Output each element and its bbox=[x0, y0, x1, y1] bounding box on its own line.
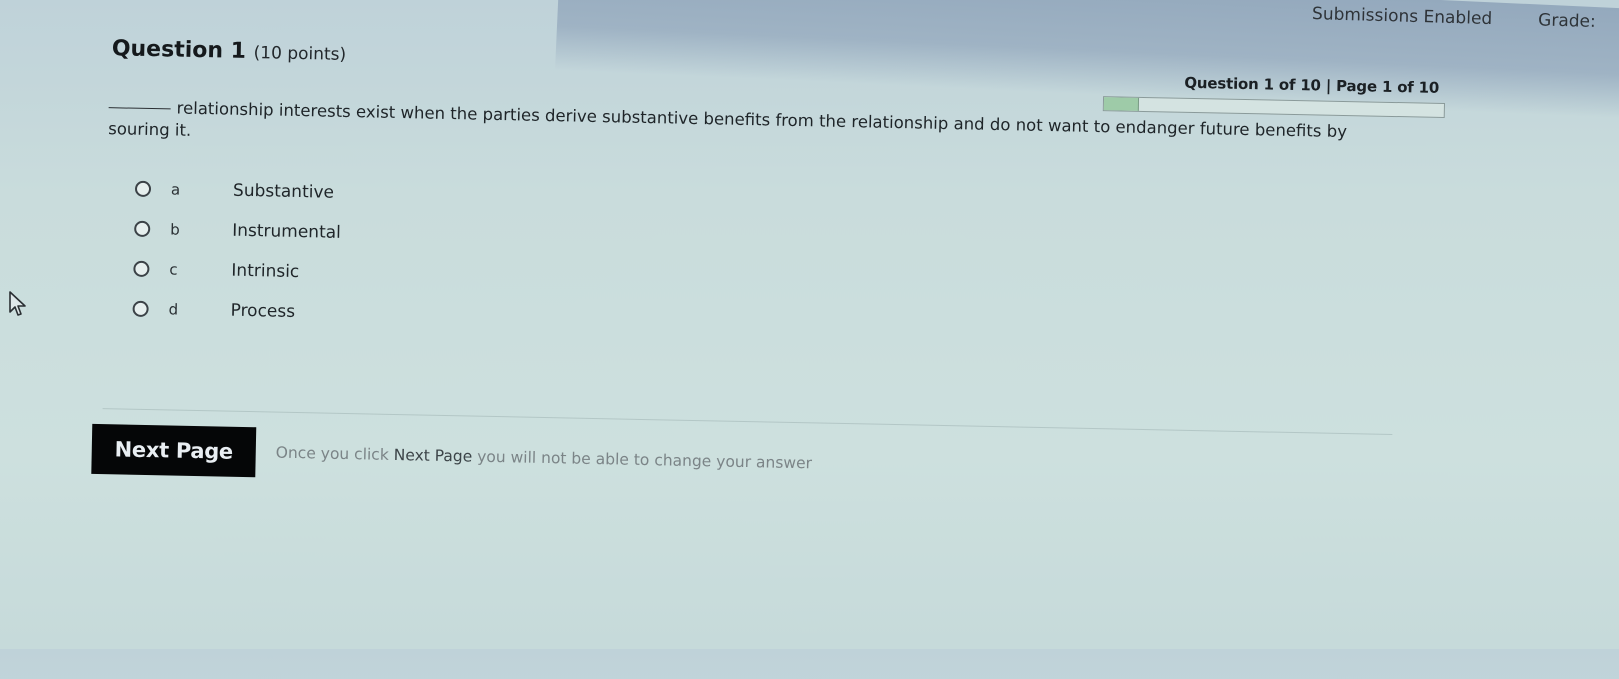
option-letter: a bbox=[170, 180, 181, 199]
question-points: (10 points) bbox=[253, 43, 347, 65]
question-title: Question 1 (10 points) bbox=[112, 36, 347, 66]
progress-bar bbox=[1102, 96, 1446, 119]
warning-emphasis: Next Page bbox=[393, 445, 473, 466]
fill-in-blank bbox=[108, 107, 171, 110]
quiz-footer: Next Page Once you click Next Page you w… bbox=[91, 423, 813, 488]
radio-button[interactable] bbox=[132, 300, 149, 318]
question-number: Question 1 bbox=[111, 36, 247, 64]
option-text[interactable]: Substantive bbox=[233, 181, 334, 203]
option-text[interactable]: Instrumental bbox=[232, 221, 341, 243]
radio-button[interactable] bbox=[134, 220, 151, 238]
radio-button[interactable] bbox=[134, 180, 152, 198]
option-letter: c bbox=[169, 260, 178, 279]
progress-label: Question 1 of 10 | Page 1 of 10 bbox=[1184, 73, 1440, 97]
answer-option-a[interactable]: a Substantive bbox=[134, 169, 342, 213]
option-letter: b bbox=[170, 220, 180, 239]
warning-suffix: you will not be able to change your answ… bbox=[472, 447, 813, 473]
radio-button[interactable] bbox=[133, 260, 150, 278]
answer-option-c[interactable]: c Intrinsic bbox=[133, 249, 340, 293]
next-page-button[interactable]: Next Page bbox=[91, 423, 257, 478]
answer-options: a Substantive b Instrumental c Intrinsic… bbox=[132, 169, 342, 333]
mouse-pointer-icon bbox=[9, 291, 26, 316]
quiz-page: Question 1 (10 points) Question 1 of 10 … bbox=[0, 0, 1619, 679]
option-letter: d bbox=[168, 300, 179, 319]
progress-fill bbox=[1103, 97, 1140, 111]
answer-option-d[interactable]: d Process bbox=[132, 289, 339, 333]
option-text[interactable]: Process bbox=[230, 301, 295, 322]
option-text[interactable]: Intrinsic bbox=[231, 261, 299, 282]
next-page-warning: Once you click Next Page you will not be… bbox=[276, 444, 813, 473]
warning-prefix: Once you click bbox=[275, 443, 394, 464]
answer-option-b[interactable]: b Instrumental bbox=[134, 209, 341, 253]
